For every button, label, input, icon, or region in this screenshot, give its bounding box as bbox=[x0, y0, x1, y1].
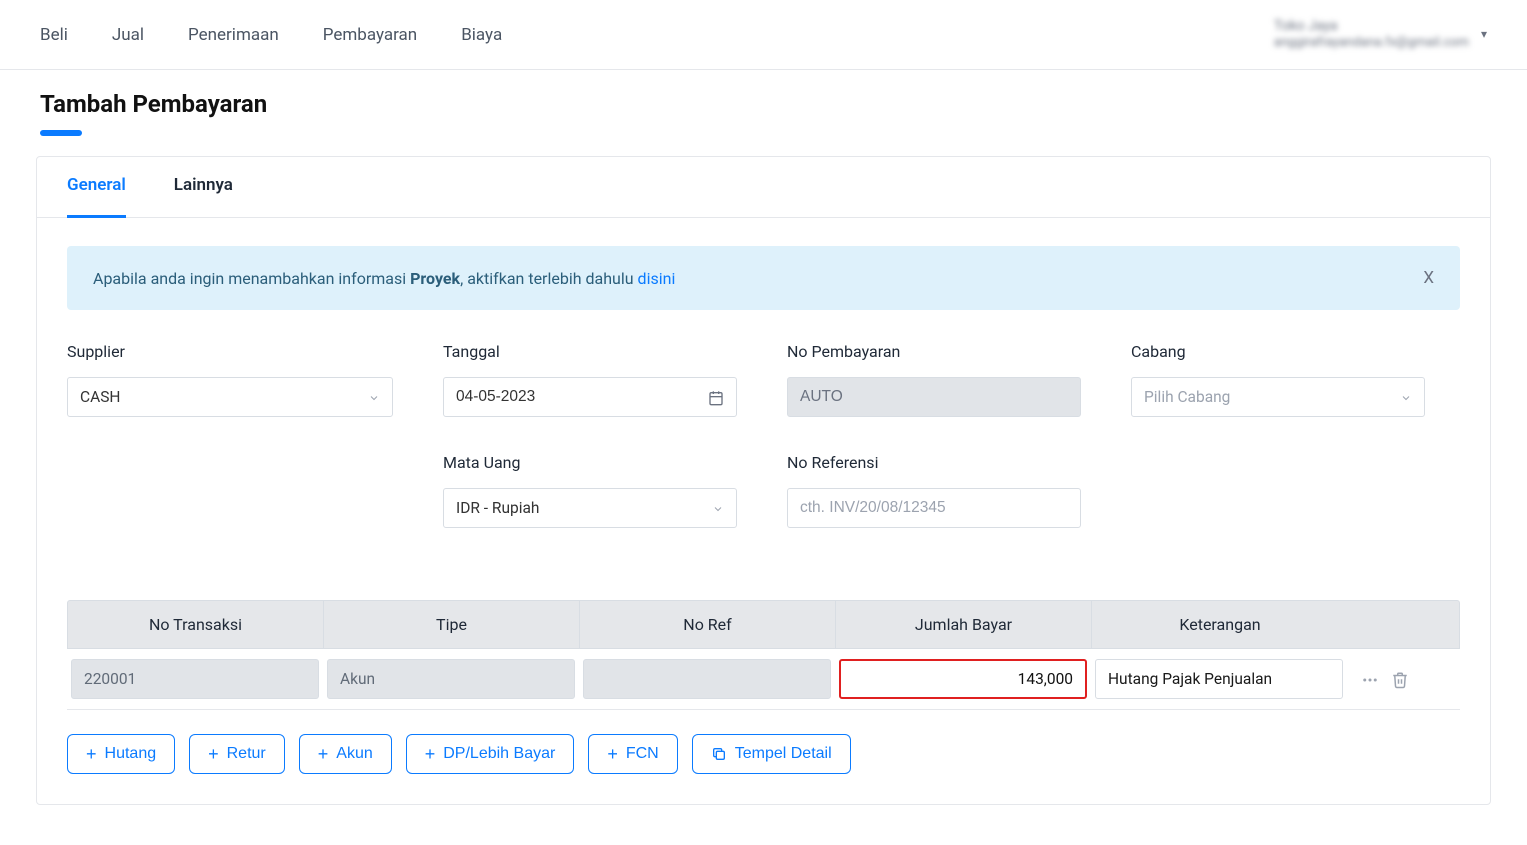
action-buttons: + Hutang + Retur + Akun + DP/Lebih Bayar… bbox=[67, 734, 1460, 774]
btn-label: Tempel Detail bbox=[735, 745, 832, 763]
field-supplier: Supplier CASH bbox=[67, 342, 393, 417]
tanggal-field[interactable] bbox=[456, 388, 724, 406]
label-no-referensi: No Referensi bbox=[787, 453, 1081, 472]
page-title: Tambah Pembayaran bbox=[40, 90, 1487, 118]
plus-icon: + bbox=[607, 745, 618, 763]
payment-table: No Transaksi Tipe No Ref Jumlah Bayar Ke… bbox=[67, 600, 1460, 710]
field-mata-uang: Mata Uang IDR - Rupiah bbox=[443, 453, 737, 528]
mata-uang-value: IDR - Rupiah bbox=[456, 499, 539, 517]
th-no-transaksi: No Transaksi bbox=[68, 601, 324, 648]
close-icon[interactable]: X bbox=[1423, 268, 1434, 288]
field-cabang: Cabang Pilih Cabang bbox=[1131, 342, 1425, 417]
banner-bold: Proyek bbox=[410, 269, 460, 288]
add-hutang-button[interactable]: + Hutang bbox=[67, 734, 175, 774]
nav-item-penerimaan[interactable]: Penerimaan bbox=[188, 25, 279, 45]
th-no-ref: No Ref bbox=[580, 601, 836, 648]
label-no-pembayaran: No Pembayaran bbox=[787, 342, 1081, 361]
cell-tipe: Akun bbox=[327, 659, 575, 699]
chevron-down-icon bbox=[1400, 388, 1412, 406]
banner-text-pre: Apabila anda ingin menambahkan informasi bbox=[93, 269, 410, 288]
add-dp-button[interactable]: + DP/Lebih Bayar bbox=[406, 734, 575, 774]
nav-item-pembayaran[interactable]: Pembayaran bbox=[323, 25, 417, 45]
top-nav: Beli Jual Penerimaan Pembayaran Biaya To… bbox=[0, 0, 1527, 70]
nav-items: Beli Jual Penerimaan Pembayaran Biaya bbox=[40, 25, 502, 45]
nav-item-jual[interactable]: Jual bbox=[112, 25, 144, 45]
tabs: General Lainnya bbox=[37, 157, 1490, 218]
profile-company: Toko Jaya bbox=[1274, 17, 1469, 35]
label-tanggal: Tanggal bbox=[443, 342, 737, 361]
chevron-down-icon bbox=[712, 499, 724, 517]
calendar-icon bbox=[708, 388, 724, 406]
supplier-select[interactable]: CASH bbox=[67, 377, 393, 417]
chevron-down-icon[interactable]: ▾ bbox=[1481, 27, 1487, 41]
profile-email: anggirafrayandana.fx@gmail.com bbox=[1274, 35, 1469, 52]
field-no-referensi: No Referensi bbox=[787, 453, 1081, 528]
cell-no-transaksi: 220001 bbox=[71, 659, 319, 699]
cell-no-ref bbox=[583, 659, 831, 699]
plus-icon: + bbox=[318, 745, 329, 763]
trash-icon[interactable] bbox=[1391, 669, 1409, 689]
no-referensi-field[interactable] bbox=[800, 499, 1068, 517]
th-actions bbox=[1348, 601, 1424, 648]
plus-icon: + bbox=[208, 745, 219, 763]
cabang-placeholder: Pilih Cabang bbox=[1144, 388, 1230, 406]
progress-bar bbox=[40, 130, 1487, 136]
banner-text-mid: , aktifkan terlebih dahulu bbox=[460, 269, 637, 288]
paste-icon bbox=[711, 745, 727, 763]
cabang-select[interactable]: Pilih Cabang bbox=[1131, 377, 1425, 417]
supplier-value: CASH bbox=[80, 388, 120, 406]
th-keterangan: Keterangan bbox=[1092, 601, 1348, 648]
add-retur-button[interactable]: + Retur bbox=[189, 734, 285, 774]
btn-label: FCN bbox=[626, 745, 659, 763]
form-card: General Lainnya Apabila anda ingin menam… bbox=[36, 156, 1491, 805]
label-cabang: Cabang bbox=[1131, 342, 1425, 361]
profile-menu[interactable]: Toko Jaya anggirafrayandana.fx@gmail.com bbox=[1274, 17, 1469, 52]
btn-label: Retur bbox=[227, 745, 266, 763]
banner-link[interactable]: disini bbox=[638, 269, 676, 288]
nav-item-beli[interactable]: Beli bbox=[40, 25, 68, 45]
btn-label: Akun bbox=[336, 745, 372, 763]
add-fcn-button[interactable]: + FCN bbox=[588, 734, 677, 774]
th-tipe: Tipe bbox=[324, 601, 580, 648]
page-header: Tambah Pembayaran bbox=[0, 70, 1527, 136]
th-jumlah-bayar: Jumlah Bayar bbox=[836, 601, 1092, 648]
tab-general[interactable]: General bbox=[67, 175, 126, 218]
table-row: 220001 Akun 143,000 Hutang Pajak Penjual… bbox=[67, 649, 1460, 710]
cell-jumlah-bayar[interactable]: 143,000 bbox=[839, 659, 1087, 699]
label-mata-uang: Mata Uang bbox=[443, 453, 737, 472]
table-header: No Transaksi Tipe No Ref Jumlah Bayar Ke… bbox=[67, 600, 1460, 649]
field-tanggal: Tanggal bbox=[443, 342, 737, 417]
btn-label: Hutang bbox=[105, 745, 157, 763]
label-supplier: Supplier bbox=[67, 342, 393, 361]
more-icon[interactable] bbox=[1361, 669, 1379, 689]
cell-keterangan[interactable]: Hutang Pajak Penjualan bbox=[1095, 659, 1343, 699]
no-referensi-input[interactable] bbox=[787, 488, 1081, 528]
tanggal-input[interactable] bbox=[443, 377, 737, 417]
tab-lainnya[interactable]: Lainnya bbox=[174, 175, 233, 217]
plus-icon: + bbox=[425, 745, 436, 763]
add-akun-button[interactable]: + Akun bbox=[299, 734, 392, 774]
info-banner: Apabila anda ingin menambahkan informasi… bbox=[67, 246, 1460, 310]
tempel-detail-button[interactable]: Tempel Detail bbox=[692, 734, 851, 774]
no-pembayaran-input bbox=[787, 377, 1081, 417]
mata-uang-select[interactable]: IDR - Rupiah bbox=[443, 488, 737, 528]
no-pembayaran-field bbox=[800, 388, 1068, 406]
field-no-pembayaran: No Pembayaran bbox=[787, 342, 1081, 417]
chevron-down-icon bbox=[368, 388, 380, 406]
nav-item-biaya[interactable]: Biaya bbox=[461, 25, 502, 45]
plus-icon: + bbox=[86, 745, 97, 763]
btn-label: DP/Lebih Bayar bbox=[443, 745, 555, 763]
